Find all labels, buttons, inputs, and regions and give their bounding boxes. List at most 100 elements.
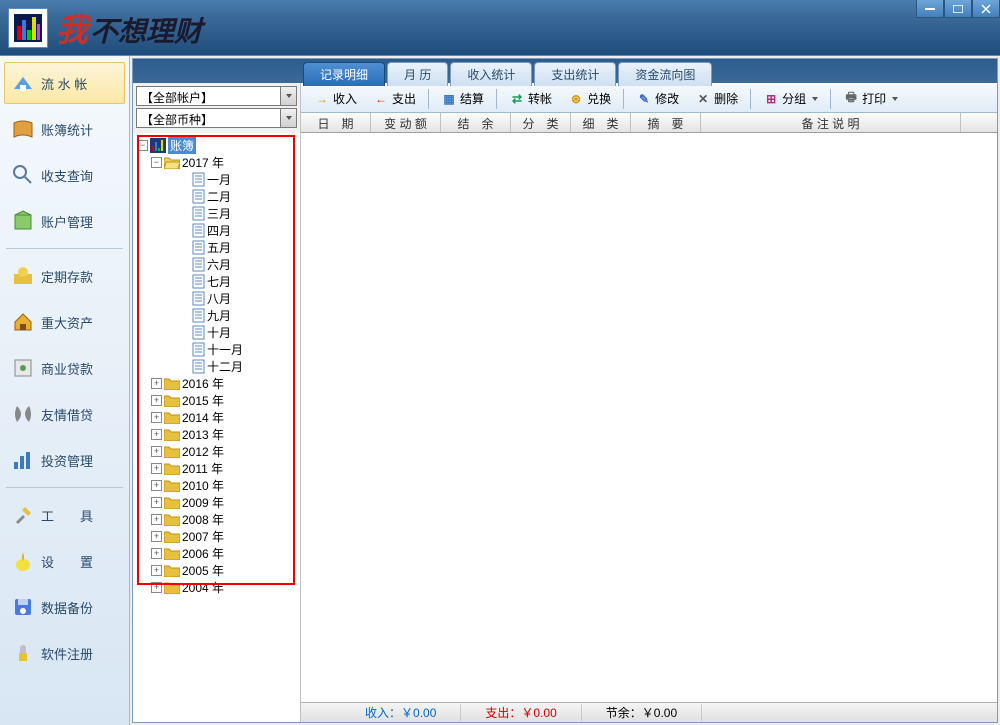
tree-node[interactable]: 一月	[135, 171, 298, 188]
tree-node[interactable]: +2007 年	[135, 528, 298, 545]
tree-toggle[interactable]: +	[151, 548, 162, 559]
separator	[428, 89, 429, 109]
sidebar-label: 投资管理	[41, 451, 93, 470]
tree-toggle[interactable]: +	[151, 429, 162, 440]
column-header[interactable]: 日 期	[301, 113, 371, 132]
toolbar-button[interactable]: ▦结算	[434, 86, 491, 111]
sidebar-icon	[11, 117, 35, 141]
tree-node[interactable]: 四月	[135, 222, 298, 239]
tree-node[interactable]: +2016 年	[135, 375, 298, 392]
tree-node[interactable]: 十二月	[135, 358, 298, 375]
tree-node[interactable]: +2006 年	[135, 545, 298, 562]
toolbar-button[interactable]: ⊞分组	[756, 86, 825, 111]
tree-toggle[interactable]: +	[151, 480, 162, 491]
tree-node[interactable]: 八月	[135, 290, 298, 307]
column-header[interactable]: 备 注 说 明	[701, 113, 961, 132]
tree-toggle[interactable]: +	[151, 514, 162, 525]
tree-node[interactable]: +2010 年	[135, 477, 298, 494]
tree-node[interactable]: +2004 年	[135, 579, 298, 596]
sidebar-item[interactable]: 流 水 帐	[4, 62, 125, 104]
chevron-down-icon[interactable]	[280, 109, 296, 127]
filters-panel: 【全部帐户】 【全部币种】	[133, 83, 301, 133]
tree-toggle[interactable]: +	[151, 582, 162, 593]
tree-toggle[interactable]: +	[151, 378, 162, 389]
兑换-icon: ⊛	[568, 91, 584, 107]
toolbar-button[interactable]: ←支出	[366, 86, 423, 111]
sidebar-item[interactable]: 账簿统计	[4, 108, 125, 150]
tree-node[interactable]: +2012 年	[135, 443, 298, 460]
tree-toggle[interactable]: +	[151, 531, 162, 542]
toolbar-button[interactable]: 🖶打印	[836, 86, 905, 111]
sidebar-icon	[11, 209, 35, 233]
currency-combo[interactable]: 【全部币种】	[136, 108, 297, 128]
toolbar-button[interactable]: ⇄转帐	[502, 86, 559, 111]
close-button[interactable]	[972, 0, 1000, 18]
sidebar-item[interactable]: 友情借贷	[4, 393, 125, 435]
tree-label: 六月	[207, 256, 231, 273]
tree-node[interactable]: 二月	[135, 188, 298, 205]
tree-node[interactable]: 三月	[135, 205, 298, 222]
toolbar-button[interactable]: ⊛兑换	[561, 86, 618, 111]
sidebar-icon	[11, 71, 35, 95]
sidebar-item[interactable]: 投资管理	[4, 439, 125, 481]
tree-label: 2010 年	[182, 477, 224, 494]
column-header[interactable]: 分 类	[511, 113, 571, 132]
tree-node[interactable]: 六月	[135, 256, 298, 273]
table-body	[301, 133, 997, 702]
toolbar-button[interactable]: ✎修改	[629, 86, 686, 111]
tab[interactable]: 记录明细	[303, 62, 385, 86]
chevron-down-icon	[812, 97, 818, 101]
sidebar-label: 商业贷款	[41, 359, 93, 378]
tab[interactable]: 月 历	[387, 62, 448, 86]
tree-toggle[interactable]: −	[151, 157, 162, 168]
tree-node[interactable]: 九月	[135, 307, 298, 324]
tree-toggle[interactable]: −	[137, 140, 148, 151]
status-bar: 收入：￥0.00 支出：￥0.00 节余：￥0.00	[301, 702, 997, 722]
tree-node[interactable]: −2017 年	[135, 154, 298, 171]
button-label: 删除	[714, 90, 738, 107]
tree-node[interactable]: 五月	[135, 239, 298, 256]
sidebar-item[interactable]: 数据备份	[4, 586, 125, 628]
支出-icon: ←	[373, 91, 389, 107]
tree-toggle[interactable]: +	[151, 565, 162, 576]
tree-toggle[interactable]: +	[151, 446, 162, 457]
minimize-button[interactable]	[916, 0, 944, 18]
tree-node[interactable]: 七月	[135, 273, 298, 290]
chevron-down-icon[interactable]	[280, 87, 296, 105]
tree-node[interactable]: +2015 年	[135, 392, 298, 409]
sidebar-item[interactable]: 定期存款	[4, 255, 125, 297]
toolbar-button[interactable]: ✕删除	[688, 86, 745, 111]
column-header[interactable]: 结 余	[441, 113, 511, 132]
tree-node[interactable]: +2008 年	[135, 511, 298, 528]
column-header[interactable]: 摘 要	[631, 113, 701, 132]
tree-node[interactable]: 十月	[135, 324, 298, 341]
status-income: 收入：￥0.00	[341, 704, 461, 721]
column-header[interactable]: 细 类	[571, 113, 631, 132]
tab[interactable]: 资金流向图	[618, 62, 712, 86]
tab[interactable]: 收入统计	[450, 62, 532, 86]
tree-toggle[interactable]: +	[151, 412, 162, 423]
sidebar-item[interactable]: 软件注册	[4, 632, 125, 674]
tree-toggle[interactable]: +	[151, 395, 162, 406]
maximize-button[interactable]	[944, 0, 972, 18]
tree-node[interactable]: −账簿	[135, 137, 298, 154]
toolbar-button[interactable]: →收入	[307, 86, 364, 111]
sidebar-item[interactable]: 重大资产	[4, 301, 125, 343]
tree-node[interactable]: +2011 年	[135, 460, 298, 477]
sidebar-item[interactable]: 账户管理	[4, 200, 125, 242]
tree-node[interactable]: 十一月	[135, 341, 298, 358]
tree-toggle[interactable]: +	[151, 497, 162, 508]
sidebar-item[interactable]: 商业贷款	[4, 347, 125, 389]
tree-node[interactable]: +2014 年	[135, 409, 298, 426]
sidebar-item[interactable]: 工 具	[4, 494, 125, 536]
tab[interactable]: 支出统计	[534, 62, 616, 86]
tree-node[interactable]: +2013 年	[135, 426, 298, 443]
tree-node[interactable]: +2005 年	[135, 562, 298, 579]
tree-toggle[interactable]: +	[151, 463, 162, 474]
column-header[interactable]: 变 动 额	[371, 113, 441, 132]
tree-node[interactable]: +2009 年	[135, 494, 298, 511]
sidebar-icon	[11, 163, 35, 187]
account-combo[interactable]: 【全部帐户】	[136, 86, 297, 106]
sidebar-item[interactable]: 设 置	[4, 540, 125, 582]
sidebar-item[interactable]: 收支查询	[4, 154, 125, 196]
